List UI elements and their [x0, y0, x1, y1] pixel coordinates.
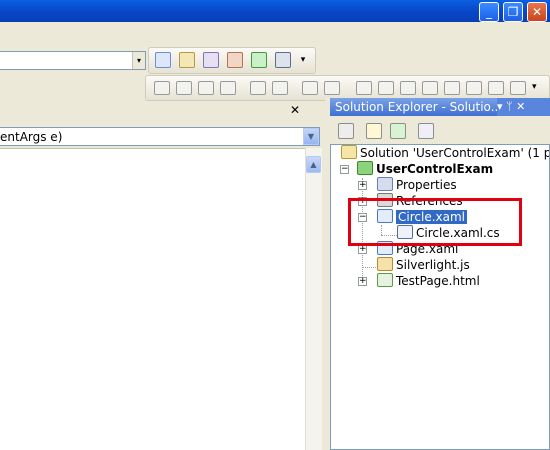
view-code-icon[interactable]	[418, 123, 434, 139]
standard-toolbar: ▾	[148, 47, 316, 74]
align-icon[interactable]	[154, 81, 170, 95]
comment-icon[interactable]	[302, 81, 318, 95]
next-bookmark-icon[interactable]	[400, 81, 416, 95]
tree-item-silverlight-js[interactable]: Silverlight.js	[377, 257, 470, 273]
pointer-icon[interactable]	[198, 81, 214, 95]
tree-project-node[interactable]: UserControlExam	[357, 161, 493, 177]
editor-close-icon[interactable]: ✕	[290, 103, 304, 117]
panel-window-buttons[interactable]: ▾ ᛘ ✕	[497, 98, 550, 116]
tree-item-label: TestPage.html	[396, 274, 480, 288]
toolbox-icon[interactable]	[227, 52, 243, 68]
tree-item-testpage-html[interactable]: TestPage.html	[377, 273, 480, 289]
window-title-bar: _ ❐ ✕	[0, 0, 550, 22]
prev-bookmark-folder-icon[interactable]	[422, 81, 438, 95]
clear-bookmarks-icon[interactable]	[510, 81, 526, 95]
restore-icon[interactable]: ❐	[503, 2, 523, 22]
tree-item-properties[interactable]: Properties	[377, 177, 457, 193]
next-bookmark-folder-icon[interactable]	[444, 81, 460, 95]
member-dropdown-value: entArgs e)	[0, 130, 63, 144]
solution-tree: Solution 'UserControlExam' (1 pr − UserC…	[330, 144, 550, 450]
next-bookmark-doc-icon[interactable]	[488, 81, 504, 95]
chevron-down-icon[interactable]: ▼	[303, 128, 319, 145]
project-label: UserControlExam	[376, 162, 494, 176]
command-window-icon[interactable]	[275, 52, 291, 68]
uncomment-icon[interactable]	[324, 81, 340, 95]
html-file-icon	[377, 273, 393, 287]
decrease-indent-icon[interactable]	[250, 81, 266, 95]
object-browser-icon[interactable]	[203, 52, 219, 68]
tree-solution-node[interactable]: Solution 'UserControlExam' (1 pr	[341, 145, 550, 161]
solution-label: Solution 'UserControlExam' (1 pr	[360, 146, 550, 160]
refresh-icon[interactable]	[390, 123, 406, 139]
collapse-icon[interactable]: −	[340, 165, 349, 174]
chevron-down-icon[interactable]: ▾	[132, 52, 145, 69]
prev-bookmark-doc-icon[interactable]	[466, 81, 482, 95]
find-in-files-icon[interactable]	[155, 52, 171, 68]
solution-config-combo[interactable]	[0, 51, 146, 70]
vertical-scrollbar[interactable]	[305, 148, 322, 450]
toolbar-overflow-icon[interactable]: ▾	[532, 82, 537, 92]
bookmark-icon[interactable]	[356, 81, 372, 95]
tree-item-label: Silverlight.js	[396, 258, 470, 272]
annotation-highlight-box	[348, 198, 522, 246]
expand-icon[interactable]: +	[358, 245, 367, 254]
increase-indent-icon[interactable]	[272, 81, 288, 95]
minimize-icon[interactable]: _	[479, 2, 499, 22]
toolbar-overflow-icon[interactable]: ▾	[295, 52, 311, 68]
align-center-icon[interactable]	[176, 81, 192, 95]
prev-bookmark-icon[interactable]	[378, 81, 394, 95]
properties-window-icon[interactable]	[179, 52, 195, 68]
tree-item-label: Properties	[396, 178, 457, 192]
close-icon[interactable]: ✕	[527, 2, 547, 22]
properties-icon[interactable]	[338, 123, 354, 139]
js-file-icon	[377, 257, 393, 271]
solution-icon	[341, 145, 357, 159]
code-editor[interactable]	[0, 148, 305, 450]
scroll-up-icon[interactable]: ▲	[306, 156, 321, 173]
font-size-icon[interactable]	[220, 81, 236, 95]
expand-icon[interactable]: +	[358, 181, 367, 190]
show-all-files-icon[interactable]	[366, 123, 382, 139]
expand-icon[interactable]: +	[358, 277, 367, 286]
solution-explorer-toolbar	[330, 116, 550, 144]
properties-folder-icon	[377, 177, 393, 191]
start-page-icon[interactable]	[251, 52, 267, 68]
project-icon	[357, 161, 373, 175]
